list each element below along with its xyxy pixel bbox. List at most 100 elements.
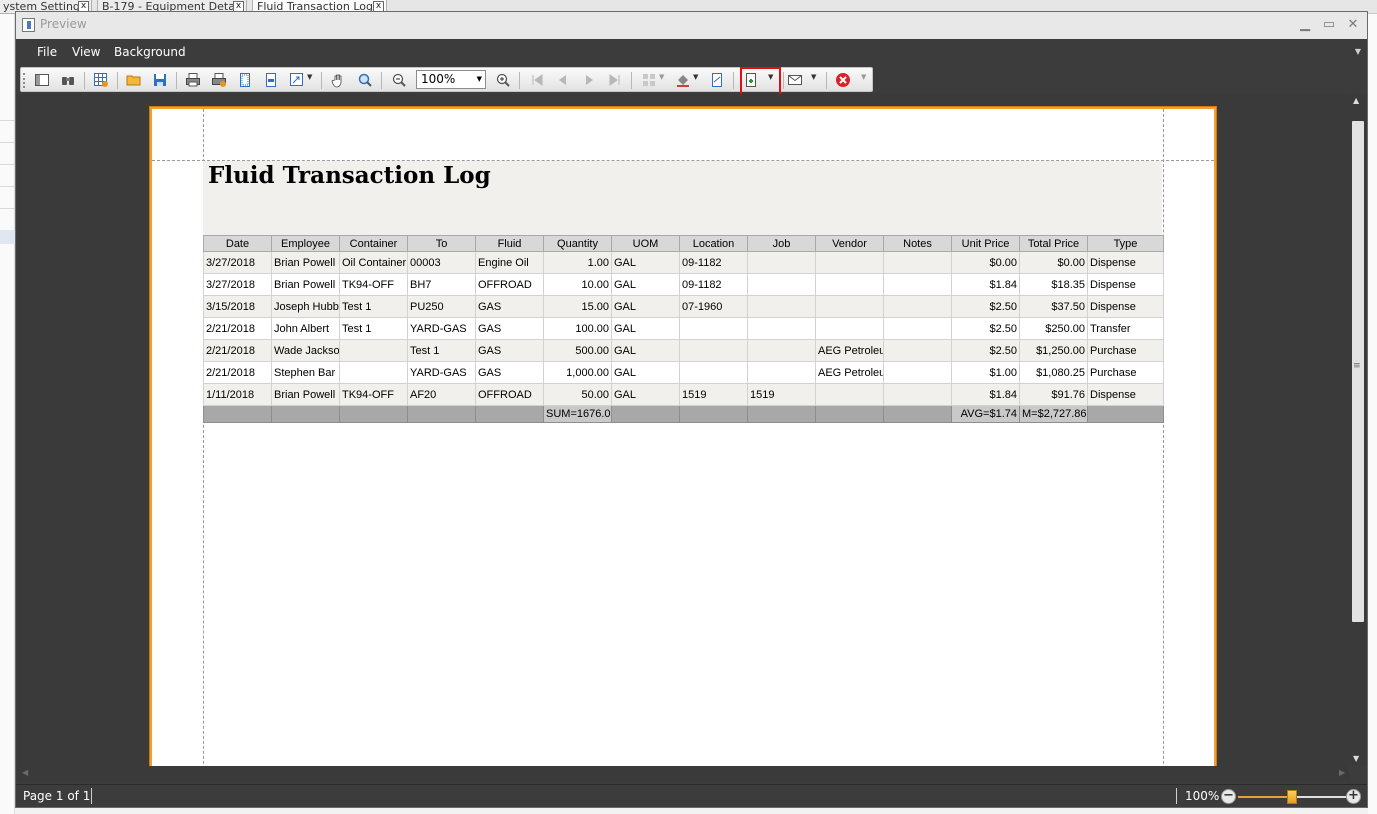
toolbar-grip[interactable] — [23, 73, 26, 88]
page-setup-button[interactable] — [237, 72, 253, 88]
column-header: Date — [203, 235, 272, 252]
watermark-button[interactable] — [709, 72, 725, 88]
menu-background[interactable]: Background — [114, 45, 186, 59]
table-cell: Test 1 — [407, 339, 476, 362]
save-icon — [154, 74, 166, 86]
table-cell: Dispense — [1087, 383, 1164, 406]
scroll-left-icon[interactable]: ◀ — [22, 768, 28, 777]
table-cell — [747, 361, 816, 384]
open-button[interactable] — [126, 72, 142, 88]
page-indicator: Page 1 of 1 — [23, 789, 91, 803]
column-header: Type — [1087, 235, 1164, 252]
previous-page-button[interactable] — [555, 72, 571, 88]
magnifier-icon — [358, 73, 372, 87]
table-cell: 50.00 — [543, 383, 612, 406]
unit-price-average: AVG=$1.74 — [951, 405, 1020, 423]
vertical-scrollbar[interactable]: ▲ ▼ — [1349, 94, 1366, 766]
binoculars-icon — [62, 77, 74, 85]
table-cell: AF20 — [407, 383, 476, 406]
column-header: Vendor — [815, 235, 884, 252]
multiple-pages-button[interactable] — [641, 72, 657, 88]
zoom-in-slider-button[interactable]: + — [1346, 789, 1361, 804]
save-button[interactable] — [152, 72, 168, 88]
table-cell: 09-1182 — [679, 273, 748, 296]
minimize-button[interactable]: ▁ — [1296, 16, 1314, 34]
table-cell — [883, 295, 952, 318]
table-cell: OFFROAD — [475, 383, 544, 406]
search-button[interactable] — [60, 72, 76, 88]
quick-print-button[interactable] — [211, 72, 227, 88]
chevron-down-icon[interactable]: ▼ — [307, 73, 312, 81]
column-header: Location — [679, 235, 748, 252]
document-map-button[interactable] — [34, 72, 50, 88]
column-header: Unit Price — [951, 235, 1020, 252]
magnifier-button[interactable] — [357, 72, 373, 88]
table-cell: Joseph Hubb — [271, 295, 340, 318]
table-cell: 2/21/2018 — [203, 339, 272, 362]
print-button[interactable] — [185, 72, 201, 88]
next-page-button[interactable] — [581, 72, 597, 88]
table-cell — [747, 339, 816, 362]
maximize-button[interactable]: ▭ — [1320, 16, 1338, 34]
menu-file[interactable]: File — [37, 45, 57, 59]
chevron-down-icon[interactable]: ▼ — [659, 73, 664, 81]
zoom-in-button[interactable] — [495, 72, 511, 88]
table-cell: 07-1960 — [679, 295, 748, 318]
quantity-sum: SUM=1676.00 — [543, 405, 612, 423]
scroll-up-icon[interactable]: ▲ — [1353, 96, 1359, 105]
table-row: 2/21/2018 Stephen Bar YARD-GAS GAS 1,000.00 G… — [203, 361, 1164, 384]
zoom-slider-thumb[interactable] — [1287, 790, 1297, 804]
chevron-down-icon[interactable]: ▼ — [1355, 47, 1361, 56]
send-email-button[interactable] — [787, 72, 803, 88]
first-page-button[interactable] — [529, 72, 545, 88]
table-cell: TK94-OFF — [339, 273, 408, 296]
table-cell — [679, 339, 748, 362]
chevron-down-icon[interactable]: ▼ — [693, 73, 698, 81]
next-page-icon — [586, 75, 593, 85]
page-setup-icon — [240, 73, 250, 87]
first-page-icon — [532, 74, 543, 86]
document-viewport[interactable]: Fluid Transaction Log Date Employee Cont… — [17, 94, 1348, 766]
table-body: 3/27/2018 Brian Powell Oil Container 00003 E… — [203, 251, 1164, 406]
table-row: 1/11/2018 Brian Powell TK94-OFF AF20 OFFROAD… — [203, 383, 1164, 406]
menu-view[interactable]: View — [72, 45, 100, 59]
close-window-button[interactable]: ✕ — [1344, 16, 1362, 34]
table-cell: $91.76 — [1019, 383, 1088, 406]
menu-bar: File View Background ▼ — [16, 39, 1367, 65]
hand-tool-button[interactable] — [331, 72, 347, 88]
scrollbar-thumb[interactable] — [1352, 121, 1364, 622]
chevron-down-icon[interactable]: ▼ — [477, 71, 482, 88]
summary-row: SUM=1676.00 AVG=$1.74 M=$2,727.86 — [203, 405, 1164, 423]
zoom-out-button[interactable] — [391, 72, 407, 88]
table-cell: John Albert — [271, 317, 340, 340]
close-preview-button[interactable] — [835, 72, 851, 88]
right-margin-guide — [1163, 109, 1164, 766]
zoom-slider[interactable] — [1238, 790, 1346, 804]
table-cell: 09-1182 — [679, 251, 748, 274]
background-color-button[interactable] — [675, 72, 691, 88]
table-cell: PU250 — [407, 295, 476, 318]
last-page-button[interactable] — [607, 72, 623, 88]
table-cell: GAS — [475, 317, 544, 340]
table-cell: BH7 — [407, 273, 476, 296]
chevron-down-icon[interactable]: ▼ — [811, 73, 816, 81]
scroll-right-icon[interactable]: ▶ — [1339, 768, 1345, 777]
zoom-out-icon — [392, 73, 406, 87]
header-footer-button[interactable] — [263, 72, 279, 88]
background-right-panel — [1368, 14, 1377, 814]
scroll-down-icon[interactable]: ▼ — [1353, 754, 1359, 763]
column-header: Container — [339, 235, 408, 252]
table-cell: GAL — [611, 251, 680, 274]
zoom-combobox[interactable]: 100% ▼ — [416, 70, 486, 89]
table-cell: 1.00 — [543, 251, 612, 274]
table-cell: 00003 — [407, 251, 476, 274]
close-icon: ✕ — [1347, 17, 1359, 32]
zoom-out-slider-button[interactable]: − — [1221, 789, 1236, 804]
minimize-icon: ▁ — [1300, 17, 1310, 32]
scale-button[interactable] — [289, 72, 305, 88]
chevron-down-icon[interactable]: ▼ — [861, 73, 866, 81]
table-header-row: Date Employee Container To Fluid Quantit… — [203, 235, 1164, 252]
table-cell — [747, 317, 816, 340]
horizontal-scrollbar[interactable]: ◀ ▶ — [17, 766, 1349, 781]
parameters-button[interactable] — [93, 72, 109, 88]
